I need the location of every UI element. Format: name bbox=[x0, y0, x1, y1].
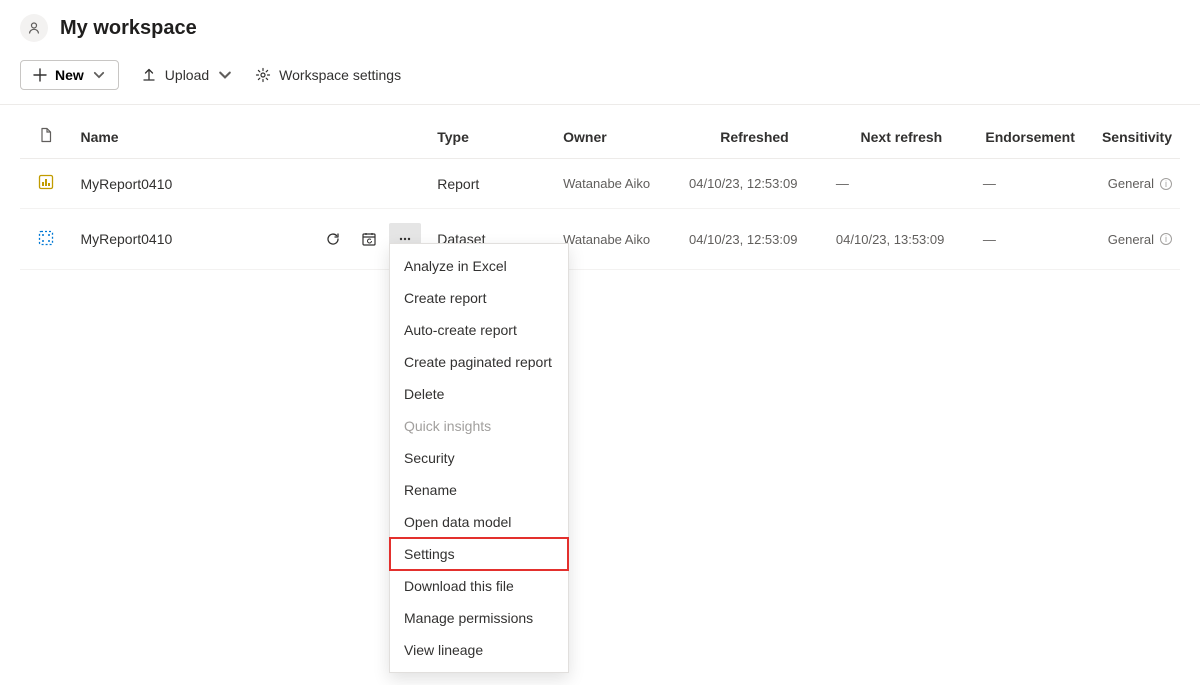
info-icon[interactable]: i bbox=[1160, 178, 1172, 190]
column-name-header[interactable]: Name bbox=[72, 105, 429, 159]
column-type-header[interactable]: Type bbox=[429, 105, 555, 159]
item-owner: Watanabe Aiko bbox=[555, 209, 681, 270]
context-menu-item: Quick insights bbox=[390, 410, 568, 442]
plus-icon bbox=[33, 68, 47, 82]
context-menu-item[interactable]: Download this file bbox=[390, 570, 568, 602]
context-menu-item[interactable]: Open data model bbox=[390, 506, 568, 538]
item-name[interactable]: MyReport0410 bbox=[80, 231, 172, 247]
item-owner: Watanabe Aiko bbox=[555, 159, 681, 209]
item-refreshed: 04/10/23, 12:53:09 bbox=[681, 159, 828, 209]
chevron-down-icon bbox=[92, 68, 106, 82]
context-menu-item[interactable]: Auto-create report bbox=[390, 314, 568, 346]
refresh-button[interactable] bbox=[317, 223, 349, 255]
context-menu-item[interactable]: Security bbox=[390, 442, 568, 474]
column-endorsement-header[interactable]: Endorsement bbox=[975, 105, 1086, 159]
column-icon-header bbox=[20, 105, 72, 159]
table-row[interactable]: MyReport0410 bbox=[20, 209, 1180, 270]
context-menu-item[interactable]: Delete bbox=[390, 378, 568, 410]
item-sensitivity: General bbox=[1108, 232, 1154, 247]
upload-button[interactable]: Upload bbox=[141, 67, 233, 83]
workspace-title: My workspace bbox=[60, 17, 197, 40]
column-next-refresh-header[interactable]: Next refresh bbox=[828, 105, 975, 159]
context-menu-item[interactable]: Manage permissions bbox=[390, 602, 568, 634]
context-menu-item[interactable]: Settings bbox=[390, 538, 568, 570]
gear-icon bbox=[255, 67, 271, 83]
column-sensitivity-header[interactable]: Sensitivity bbox=[1085, 105, 1180, 159]
info-icon[interactable]: i bbox=[1160, 233, 1172, 245]
upload-label: Upload bbox=[165, 67, 209, 83]
item-name[interactable]: MyReport0410 bbox=[80, 176, 172, 192]
item-next-refresh: 04/10/23, 13:53:09 bbox=[828, 209, 975, 270]
item-refreshed: 04/10/23, 12:53:09 bbox=[681, 209, 828, 270]
person-icon bbox=[20, 14, 48, 42]
workspace-settings-button[interactable]: Workspace settings bbox=[255, 67, 401, 83]
new-label: New bbox=[55, 67, 84, 83]
context-menu-item[interactable]: Create report bbox=[390, 282, 568, 314]
item-type: Report bbox=[429, 159, 555, 209]
upload-icon bbox=[141, 67, 157, 83]
dataset-icon bbox=[37, 229, 55, 247]
chevron-down-icon bbox=[217, 67, 233, 83]
refresh-icon bbox=[325, 231, 341, 247]
item-sensitivity: General bbox=[1108, 176, 1154, 191]
item-endorsement: — bbox=[975, 159, 1086, 209]
table-row[interactable]: MyReport0410 Report Watanabe Aiko 04/10/… bbox=[20, 159, 1180, 209]
context-menu-item[interactable]: View lineage bbox=[390, 634, 568, 666]
report-icon bbox=[37, 173, 55, 191]
column-refreshed-header[interactable]: Refreshed bbox=[681, 105, 828, 159]
content-table: Name Type Owner Refreshed Next refresh E… bbox=[0, 105, 1200, 270]
calendar-refresh-icon bbox=[361, 231, 377, 247]
context-menu-item[interactable]: Create paginated report bbox=[390, 346, 568, 378]
context-menu-item[interactable]: Rename bbox=[390, 474, 568, 506]
context-menu: Analyze in ExcelCreate reportAuto-create… bbox=[389, 243, 569, 673]
settings-label: Workspace settings bbox=[279, 67, 401, 83]
column-owner-header[interactable]: Owner bbox=[555, 105, 681, 159]
schedule-refresh-button[interactable] bbox=[353, 223, 385, 255]
workspace-header: My workspace bbox=[0, 0, 1200, 52]
item-endorsement: — bbox=[975, 209, 1086, 270]
table-header-row: Name Type Owner Refreshed Next refresh E… bbox=[20, 105, 1180, 159]
item-next-refresh: — bbox=[828, 159, 975, 209]
context-menu-item[interactable]: Analyze in Excel bbox=[390, 250, 568, 282]
new-button[interactable]: New bbox=[20, 60, 119, 90]
file-icon bbox=[38, 127, 54, 143]
toolbar: New Upload Workspace settings bbox=[0, 52, 1200, 105]
